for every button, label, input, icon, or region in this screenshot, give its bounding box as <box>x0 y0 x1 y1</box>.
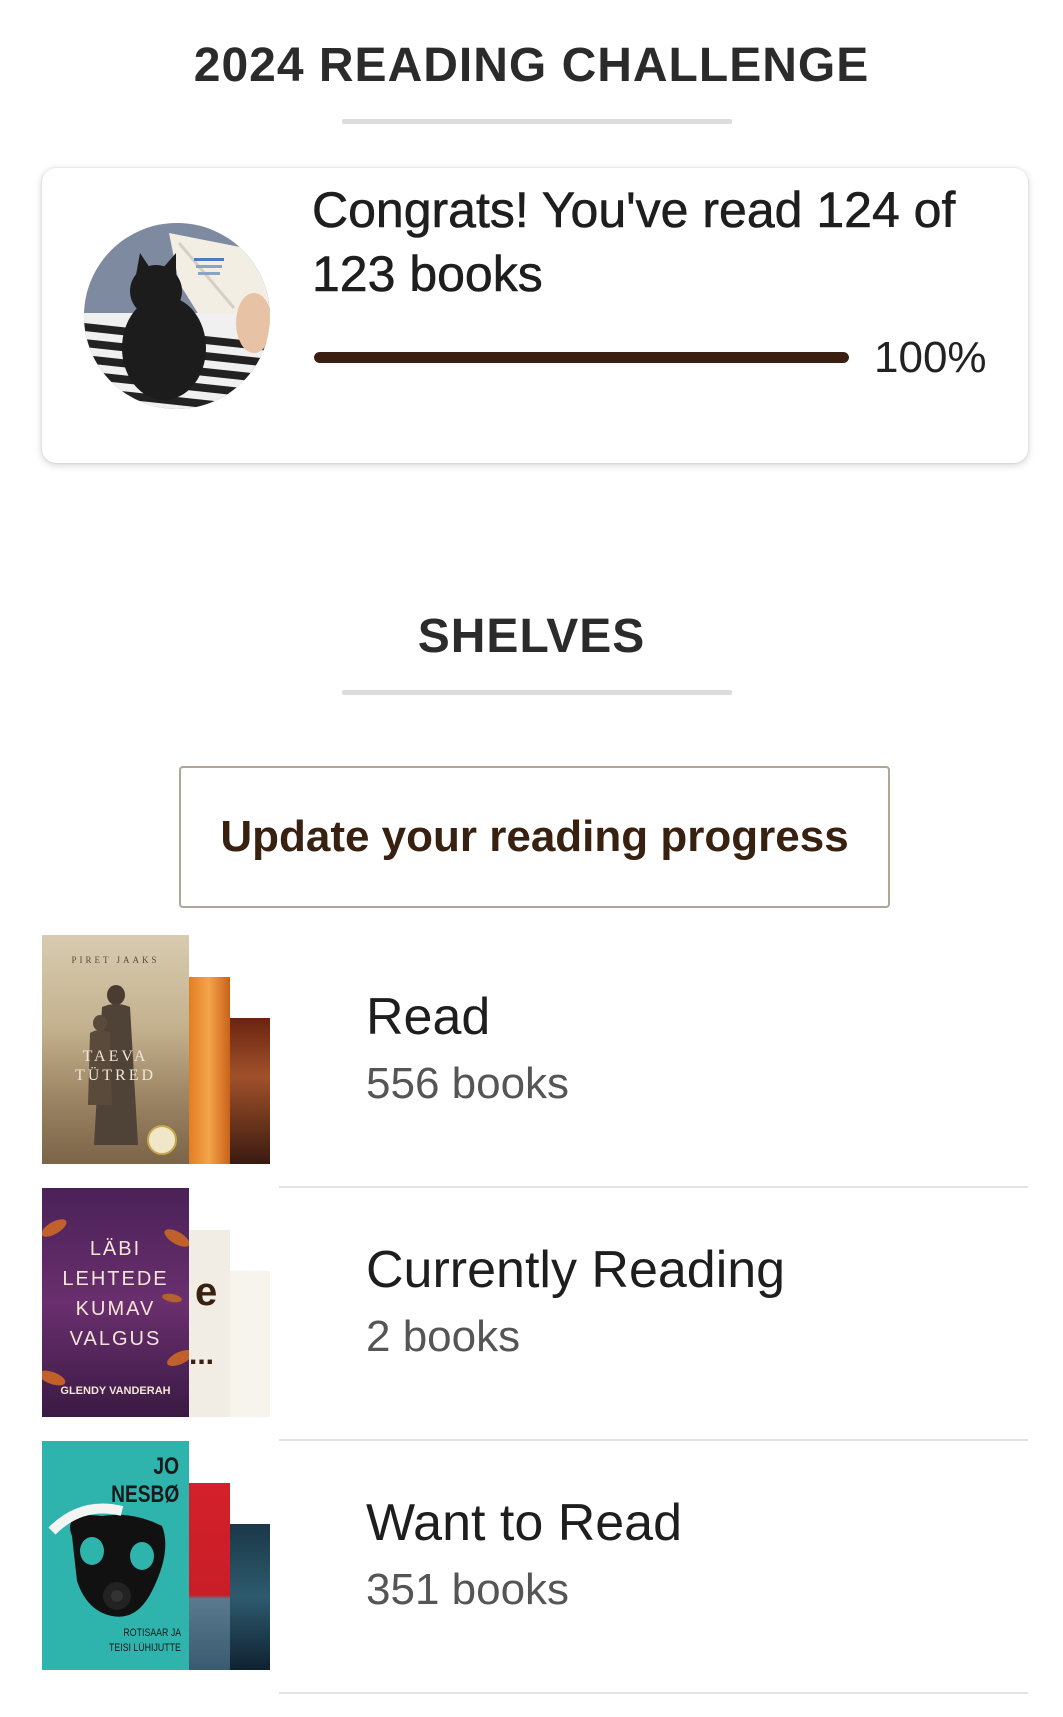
shelves-title: SHELVES <box>417 610 646 663</box>
avatar <box>84 223 270 409</box>
book-cover-title-2: TEISI LÜHIJUTTE <box>109 1642 181 1654</box>
reading-challenge-card[interactable]: Congrats! You've read 124 of 123 books 1… <box>42 168 1028 463</box>
challenge-progress-percent: 100% <box>874 333 987 382</box>
challenge-progress-fill <box>314 352 849 363</box>
book-cover-title-4: VALGUS <box>69 1328 162 1350</box>
reading-challenge-title: 2024 READING CHALLENGE <box>193 39 870 92</box>
reader-with-cat-photo-icon <box>84 223 270 409</box>
book-cover-front: PIRET JAAKS TAEVA TÜTRED <box>42 935 189 1164</box>
shelf-divider <box>279 1692 1028 1694</box>
shelf-want-to-read-covers: JO NESBØ ROTISAAR JA TEISI LÜHIJUTTE <box>42 1441 282 1670</box>
book-cover-back <box>228 1018 270 1164</box>
challenge-progress-bar <box>314 352 849 363</box>
shelf-currently-reading[interactable]: e ... LÄBI LEHTEDE KUMAV VALGUS GLENDY V… <box>42 1188 1028 1441</box>
book-cover-partial-ellipsis: ... <box>189 1338 215 1371</box>
book-cover-title-3: KUMAV <box>75 1298 156 1320</box>
book-cover-title-1: TAEVA <box>82 1048 149 1065</box>
shelf-currently-reading-covers: e ... LÄBI LEHTEDE KUMAV VALGUS GLENDY V… <box>42 1188 282 1417</box>
book-cover-front: LÄBI LEHTEDE KUMAV VALGUS GLENDY VANDERA… <box>42 1188 189 1417</box>
reading-challenge-title-rule <box>342 119 732 124</box>
book-cover-middle: e ... <box>187 1230 230 1417</box>
shelf-want-to-read[interactable]: JO NESBØ ROTISAAR JA TEISI LÜHIJUTTE Wan… <box>42 1441 1028 1694</box>
shelf-want-to-read-name: Want to Read <box>366 1494 683 1552</box>
book-cover-title-1: ROTISAAR JA <box>123 1627 181 1639</box>
book-cover-partial-text: e <box>195 1270 218 1314</box>
shelves-title-rule <box>342 690 732 695</box>
challenge-message: Congrats! You've read 124 of 123 books <box>312 182 956 303</box>
book-cover-back <box>228 1271 270 1417</box>
book-cover-middle <box>187 977 230 1164</box>
shelf-read-count: 556 books <box>366 1059 570 1108</box>
shelf-read[interactable]: PIRET JAAKS TAEVA TÜTRED Read 556 books <box>42 935 1028 1188</box>
book-cover-author: GLENDY VANDERAH <box>60 1385 171 1397</box>
book-cover-back <box>228 1524 270 1670</box>
book-cover-front: JO NESBØ ROTISAAR JA TEISI LÜHIJUTTE <box>42 1441 189 1670</box>
shelf-currently-reading-name: Currently Reading <box>366 1241 786 1299</box>
shelf-read-covers: PIRET JAAKS TAEVA TÜTRED <box>42 935 282 1164</box>
book-cover-title-2: TÜTRED <box>74 1067 157 1084</box>
shelf-read-name: Read <box>366 988 491 1046</box>
book-cover-title-2: LEHTEDE <box>62 1268 169 1290</box>
book-cover-middle <box>187 1483 230 1670</box>
shelf-currently-reading-count: 2 books <box>366 1312 521 1361</box>
shelf-want-to-read-count: 351 books <box>366 1565 570 1614</box>
book-cover-title-1: LÄBI <box>89 1238 142 1260</box>
update-reading-progress-button[interactable]: Update your reading progress <box>179 766 890 908</box>
